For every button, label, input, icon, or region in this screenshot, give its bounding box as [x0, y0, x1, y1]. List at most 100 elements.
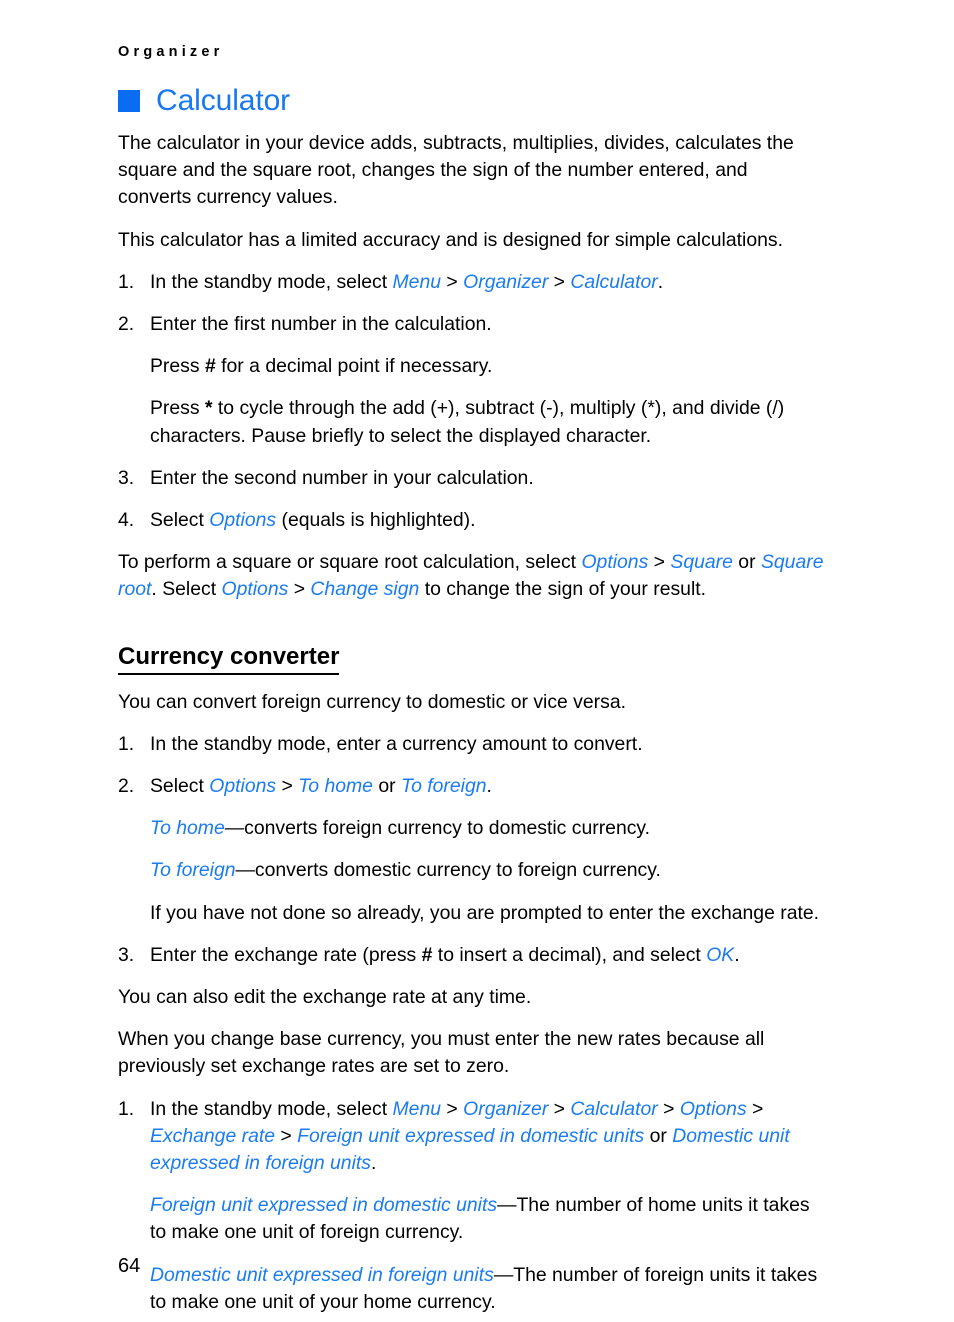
step-number: 4. — [118, 509, 135, 532]
step-text: Enter the exchange rate (press # to inse… — [150, 944, 740, 966]
ui-term: Calculator — [570, 1097, 658, 1120]
currency-steps-list-part2: 3. Enter the exchange rate (press # to i… — [118, 942, 824, 969]
list-item: 1. In the standby mode, select Menu > Or… — [118, 269, 824, 296]
ui-term: Options — [581, 551, 649, 574]
ui-term: Foreign unit expressed in domestic units — [297, 1124, 645, 1147]
text-run: to change the sign of your result. — [419, 578, 707, 601]
currency-intro-paragraph: You can convert foreign currency to dome… — [118, 690, 626, 713]
step-number: 1. — [118, 1097, 135, 1120]
currency-steps-list-part1: 1. In the standby mode, enter a currency… — [118, 731, 824, 800]
text-run: or — [372, 775, 401, 798]
text-run: Enter the first number in the calculatio… — [150, 313, 492, 336]
substep-cycle-operators: Press * to cycle through the add (+), su… — [118, 395, 824, 449]
text-run: . Select — [151, 578, 222, 601]
step-text: In the standby mode, select Menu > Organ… — [150, 1098, 790, 1174]
definition-domestic-unit: Domestic unit expressed in foreign units… — [118, 1262, 824, 1316]
ui-term: Menu — [392, 270, 442, 293]
text-run: > — [276, 775, 299, 798]
step-text: In the standby mode, select Menu > Organ… — [150, 271, 663, 293]
filled-square-icon — [118, 90, 140, 112]
definition-foreign-unit: Foreign unit expressed in domestic units… — [118, 1192, 824, 1246]
text-run: In the standby mode, select — [150, 1097, 393, 1120]
ui-term: Change sign — [310, 578, 420, 601]
step-number: 1. — [118, 732, 135, 755]
text-run: or — [732, 551, 761, 574]
text-run: > — [548, 1097, 571, 1120]
list-item: 1. In the standby mode, select Menu > Or… — [118, 1096, 824, 1178]
ui-term: Foreign unit expressed in domestic units — [150, 1194, 498, 1217]
page-title: Calculator — [156, 84, 291, 117]
step-number: 1. — [118, 270, 135, 293]
step-number: 3. — [118, 466, 135, 489]
ui-term: Organizer — [463, 1097, 549, 1120]
text-run: If you have not done so already, you are… — [150, 901, 820, 924]
ui-term: Options — [221, 578, 289, 601]
ui-term: Domestic unit expressed in foreign units — [150, 1263, 494, 1286]
list-item: 2. Select Options > To home or To foreig… — [118, 773, 824, 800]
step-text: Select Options (equals is highlighted). — [150, 509, 476, 531]
text-run: In the standby mode, select — [150, 270, 393, 293]
ui-term: Options — [679, 1097, 747, 1120]
ui-term: OK — [706, 943, 735, 966]
key-glyph: * — [204, 397, 213, 420]
base-currency-note: When you change base currency, you must … — [118, 1028, 765, 1078]
chapter-title-row: Calculator — [118, 86, 290, 116]
step-number: 2. — [118, 313, 135, 336]
intro-paragraph-1: The calculator in your device adds, subt… — [118, 132, 794, 209]
list-item: 1. In the standby mode, enter a currency… — [118, 731, 824, 758]
substep-to-foreign-definition: To foreign—converts domestic currency to… — [118, 857, 824, 884]
text-run: . — [657, 270, 664, 293]
intro-paragraph-2: This calculator has a limited accuracy a… — [118, 228, 783, 251]
text-run: or — [644, 1124, 673, 1147]
text-run: To perform a square or square root calcu… — [118, 551, 582, 574]
text-run: . — [370, 1152, 377, 1175]
ui-term: To home — [150, 817, 225, 840]
text-run: for a decimal point if necessary. — [215, 355, 493, 378]
text-run: Enter the second number in your calculat… — [150, 466, 534, 489]
text-run: In the standby mode, enter a currency am… — [150, 732, 643, 755]
substep-exchange-rate-prompt: If you have not done so already, you are… — [118, 900, 824, 927]
text-run: > — [548, 270, 571, 293]
ui-term: To foreign — [150, 859, 236, 882]
list-item: 4. Select Options (equals is highlighted… — [118, 507, 824, 534]
list-item: 2. Enter the first number in the calcula… — [118, 311, 824, 338]
text-run: > — [648, 551, 671, 574]
calculator-steps-list-part2: 3. Enter the second number in your calcu… — [118, 465, 824, 534]
text-run: > — [441, 270, 464, 293]
text-run: > — [288, 578, 311, 601]
ui-term: Calculator — [570, 270, 658, 293]
key-glyph: # — [421, 943, 433, 966]
text-run: Select — [150, 509, 210, 532]
text-run: Select — [150, 775, 210, 798]
text-run: Press — [150, 397, 205, 420]
ui-term: Square — [670, 551, 733, 574]
step-number: 2. — [118, 775, 135, 798]
text-run: > — [275, 1124, 298, 1147]
section-heading-currency-converter: Currency converter — [118, 642, 340, 675]
substep-decimal-point: Press # for a decimal point if necessary… — [118, 353, 824, 380]
text-run: Press — [150, 355, 205, 378]
text-run: . — [486, 775, 492, 798]
square-root-paragraph: To perform a square or square root calcu… — [118, 549, 824, 603]
calculator-steps-list-part1: 1. In the standby mode, select Menu > Or… — [118, 269, 824, 338]
text-run: to insert a decimal), and select — [432, 943, 707, 966]
ui-term: Options — [209, 509, 277, 532]
ui-term: Options — [209, 775, 277, 798]
list-item: 3. Enter the second number in your calcu… — [118, 465, 824, 492]
running-header: Organizer — [118, 44, 224, 60]
text-run: —converts foreign currency to domestic c… — [224, 817, 651, 840]
step-text: Enter the second number in your calculat… — [150, 467, 534, 489]
ui-term: To home — [298, 775, 373, 798]
text-run: . — [734, 943, 740, 966]
currency-heading-wrap: Currency converter — [118, 619, 824, 689]
text-run: to cycle through the add (+), subtract (… — [150, 397, 785, 447]
edit-rate-note: You can also edit the exchange rate at a… — [118, 986, 532, 1009]
document-page: Organizer Calculator The calculator in y… — [0, 0, 954, 1322]
step-text: Select Options > To home or To foreign. — [150, 775, 492, 797]
text-run: > — [746, 1097, 764, 1120]
ui-term: To foreign — [401, 775, 487, 798]
key-glyph: # — [204, 355, 216, 378]
step-text: In the standby mode, enter a currency am… — [150, 733, 643, 755]
substep-to-home-definition: To home—converts foreign currency to dom… — [118, 815, 824, 842]
document-body: The calculator in your device adds, subt… — [118, 130, 824, 1322]
